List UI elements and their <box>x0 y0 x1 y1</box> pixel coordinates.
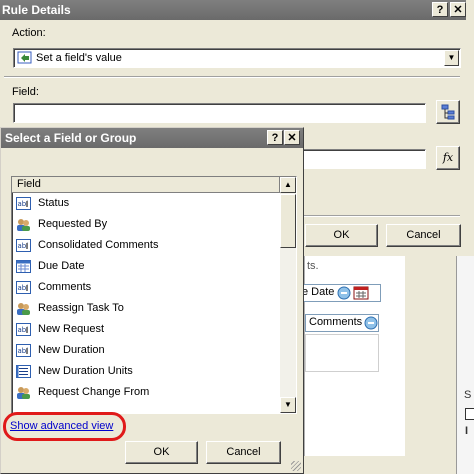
cut-checkbox <box>465 408 474 420</box>
right-panel: S I <box>456 256 474 474</box>
field-list-item-label: New Duration <box>38 344 105 356</box>
formula-button[interactable]: fx <box>436 146 460 170</box>
formula-icon: fx <box>442 151 454 164</box>
comments-field-control: Comments <box>305 314 379 332</box>
field-list-item-label: Requested By <box>38 218 108 230</box>
people-field-icon <box>17 303 30 315</box>
select-field-dialog: Select a Field or Group ? ✕ Field abl Sta… <box>0 127 304 474</box>
action-label: Action: <box>12 27 46 39</box>
action-dropdown-value: Set a field's value <box>36 52 122 64</box>
resize-grip[interactable] <box>291 461 301 471</box>
field-label: Field: <box>12 86 39 98</box>
select-field-help-button[interactable]: ? <box>267 130 283 145</box>
rule-details-divider <box>4 76 460 78</box>
rule-cancel-button[interactable]: Cancel <box>386 224 461 247</box>
text-field-icon: abl <box>16 197 31 210</box>
form-canvas: ts. e Date Comments <box>299 256 405 456</box>
cut-label-i: I <box>465 425 469 437</box>
people-field-icon <box>17 387 30 399</box>
calendar-icon <box>353 286 369 300</box>
highlight-circle <box>3 412 126 441</box>
field-column-header-label: Field <box>17 178 41 190</box>
field-list-item-label: Consolidated Comments <box>38 239 159 251</box>
circle-arrow-icon <box>364 316 378 330</box>
field-list-item[interactable]: abl Status <box>12 193 280 214</box>
rule-details-title: Rule Details <box>2 3 71 17</box>
select-field-title: Select a Field or Group <box>5 131 137 145</box>
rule-ok-button[interactable]: OK <box>305 224 378 247</box>
set-value-icon <box>17 51 32 64</box>
field-input[interactable] <box>13 103 426 123</box>
tree-icon <box>441 104 455 120</box>
date-field-icon <box>16 260 31 273</box>
field-list-item[interactable]: abl Consolidated Comments <box>12 235 280 256</box>
date-field-control: e Date <box>299 284 381 302</box>
field-list-item-label: New Duration Units <box>38 365 133 377</box>
field-list-item-label: Comments <box>38 281 92 293</box>
field-ok-button[interactable]: OK <box>125 441 198 464</box>
field-list-item[interactable]: abl New Request <box>12 319 280 340</box>
people-field-icon <box>17 219 30 231</box>
cut-label-s: S <box>464 389 472 401</box>
field-list-item-label: Reassign Task To <box>38 302 124 314</box>
field-rows: abl Status Requested By abl Consolidated Com… <box>12 193 280 413</box>
field-list-item[interactable]: New Duration Units <box>12 361 280 382</box>
list-field-icon <box>16 365 31 378</box>
text-field-icon: abl <box>16 323 31 336</box>
date-field-label: e Date <box>302 286 335 298</box>
field-list-item[interactable]: Reassign Task To <box>12 298 280 319</box>
field-list-item[interactable]: Request Change From <box>12 382 280 403</box>
field-list-item-label: Due Date <box>38 260 85 272</box>
rule-details-help-button[interactable]: ? <box>432 2 448 17</box>
select-field-button[interactable] <box>436 100 460 124</box>
value-input[interactable] <box>300 149 426 169</box>
select-field-close-button[interactable]: ✕ <box>284 130 300 145</box>
field-list-item-label: Request Change From <box>38 386 150 398</box>
field-cancel-button[interactable]: Cancel <box>206 441 281 464</box>
scroll-up-button[interactable]: ▲ <box>280 177 296 193</box>
field-list: Field abl Status Requested By abl Consolidat… <box>11 176 297 414</box>
scroll-down-button[interactable]: ▼ <box>280 397 296 413</box>
action-dropdown-arrow[interactable]: ▼ <box>444 50 459 66</box>
circle-arrow-icon <box>337 286 351 300</box>
field-list-item[interactable]: Due Date <box>12 256 280 277</box>
field-list-item-label: New Request <box>38 323 105 335</box>
rule-details-title-bar: Rule Details ? ✕ <box>0 0 466 20</box>
field-list-item[interactable]: abl New Duration <box>12 340 280 361</box>
action-dropdown[interactable]: Set a field's value ▼ <box>13 48 461 68</box>
text-field-icon: abl <box>16 281 31 294</box>
rule-details-bottom-divider <box>300 215 460 217</box>
field-list-item[interactable]: Requested By <box>12 214 280 235</box>
field-list-item[interactable]: abl Comments <box>12 277 280 298</box>
canvas-box <box>305 334 379 372</box>
scroll-thumb[interactable] <box>280 194 296 248</box>
field-list-item-label: Status <box>38 197 70 209</box>
field-column-header[interactable]: Field <box>12 177 280 193</box>
field-list-scrollbar[interactable]: ▲ ▼ <box>280 177 296 413</box>
canvas-snippet-text: ts. <box>307 260 319 272</box>
text-field-icon: abl <box>16 344 31 357</box>
rule-details-close-button[interactable]: ✕ <box>450 2 466 17</box>
comments-field-label: Comments <box>309 316 363 328</box>
select-field-title-bar: Select a Field or Group ? ✕ <box>1 128 303 148</box>
text-field-icon: abl <box>16 239 31 252</box>
